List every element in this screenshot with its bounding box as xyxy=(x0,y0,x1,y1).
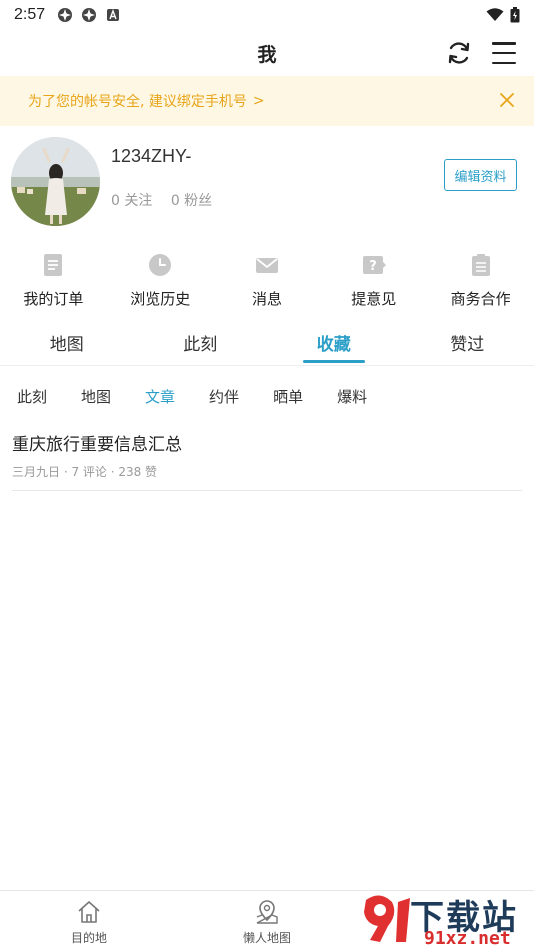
quick-action-label: 提意见 xyxy=(351,290,397,308)
quick-actions: 我的订单 浏览历史 消息 ? 提意见 商务合作 xyxy=(0,252,534,314)
subtab-showcase[interactable]: 晒单 xyxy=(273,386,303,407)
avatar-image xyxy=(11,137,100,226)
quick-action-messages[interactable]: 消息 xyxy=(214,252,321,314)
tab-label: 此刻 xyxy=(183,335,218,355)
menu-icon[interactable] xyxy=(492,42,516,64)
quick-action-label: 浏览历史 xyxy=(130,290,191,308)
refresh-icon[interactable] xyxy=(446,40,472,66)
quick-action-history[interactable]: 浏览历史 xyxy=(107,252,214,314)
close-icon[interactable] xyxy=(498,91,516,109)
top-bar: 我 xyxy=(0,30,534,76)
app-notification-icon xyxy=(58,8,73,22)
tab-map[interactable]: 地图 xyxy=(0,320,134,365)
edit-profile-button[interactable]: 编辑资料 xyxy=(444,159,517,191)
quick-action-label: 商务合作 xyxy=(450,290,511,308)
notice-text: 为了您的帐号安全, 建议绑定手机号 xyxy=(28,94,247,110)
clock-icon xyxy=(149,254,172,276)
subtab-tips[interactable]: 爆料 xyxy=(337,386,367,407)
tab-label: 赞过 xyxy=(450,335,485,355)
app-notification-icon xyxy=(82,8,97,22)
nav-destination[interactable]: 目的地 xyxy=(0,891,178,950)
tab-favorites[interactable]: 收藏 xyxy=(267,320,401,365)
quick-action-business[interactable]: 商务合作 xyxy=(427,252,534,314)
tab-label: 地图 xyxy=(49,335,84,355)
subtab-moments[interactable]: 此刻 xyxy=(17,386,47,407)
article-meta: 三月九日 · 7 评论 · 238 赞 xyxy=(12,465,158,479)
a-notification-icon xyxy=(107,9,120,21)
quick-action-feedback[interactable]: ? 提意见 xyxy=(320,252,427,314)
status-time: 2:57 xyxy=(14,6,46,23)
article-title: 重庆旅行重要信息汇总 xyxy=(12,435,182,455)
map-pin-icon xyxy=(256,900,278,924)
username: 1234ZHY- xyxy=(111,146,192,166)
mail-icon xyxy=(255,258,278,273)
nav-label: 懒人地图 xyxy=(242,931,291,945)
svg-text:?: ? xyxy=(369,259,377,274)
watermark-url: 91xz.net xyxy=(424,928,511,949)
nav-label: 目的地 xyxy=(70,931,107,945)
sub-tabs: 此刻 地图 文章 约伴 晒单 爆料 xyxy=(0,378,534,414)
avatar[interactable] xyxy=(11,137,100,226)
quick-action-orders[interactable]: 我的订单 xyxy=(0,252,107,314)
active-tab-indicator xyxy=(302,360,365,363)
quick-action-label: 我的订单 xyxy=(23,290,84,308)
wifi-icon xyxy=(486,8,504,21)
clipboard-icon xyxy=(471,254,490,276)
list-item[interactable]: 重庆旅行重要信息汇总 三月九日 · 7 评论 · 238 赞 xyxy=(12,424,522,491)
fans-count[interactable]: 0 粉丝 xyxy=(171,193,212,209)
subtab-articles[interactable]: 文章 xyxy=(145,386,175,407)
nav-lazy-map[interactable]: 懒人地图 xyxy=(178,891,356,950)
profile-section: 1234ZHY- 0 关注 0 粉丝 编辑资料 xyxy=(0,126,534,244)
bind-phone-notice[interactable]: 为了您的帐号安全, 建议绑定手机号 > xyxy=(0,76,534,126)
battery-icon xyxy=(510,7,520,23)
feedback-icon: ? xyxy=(362,256,386,274)
watermark-logo-icon xyxy=(364,895,410,942)
follow-stats: 0 关注 0 粉丝 xyxy=(111,190,226,210)
subtab-map[interactable]: 地图 xyxy=(81,386,111,407)
status-bar: 2:57 xyxy=(0,0,534,30)
following-count[interactable]: 0 关注 xyxy=(111,193,152,209)
chevron-right-icon: > xyxy=(252,93,265,109)
order-icon xyxy=(44,254,63,276)
tab-liked[interactable]: 赞过 xyxy=(401,320,534,365)
subtab-companions[interactable]: 约伴 xyxy=(209,386,239,407)
main-tabs: 地图 此刻 收藏 赞过 xyxy=(0,320,534,366)
tab-label: 收藏 xyxy=(316,335,351,355)
watermark: 下载站 91xz.net xyxy=(358,888,530,949)
tab-moments[interactable]: 此刻 xyxy=(134,320,268,365)
page-title: 我 xyxy=(257,43,277,66)
quick-action-label: 消息 xyxy=(251,290,282,308)
home-icon xyxy=(78,901,100,923)
